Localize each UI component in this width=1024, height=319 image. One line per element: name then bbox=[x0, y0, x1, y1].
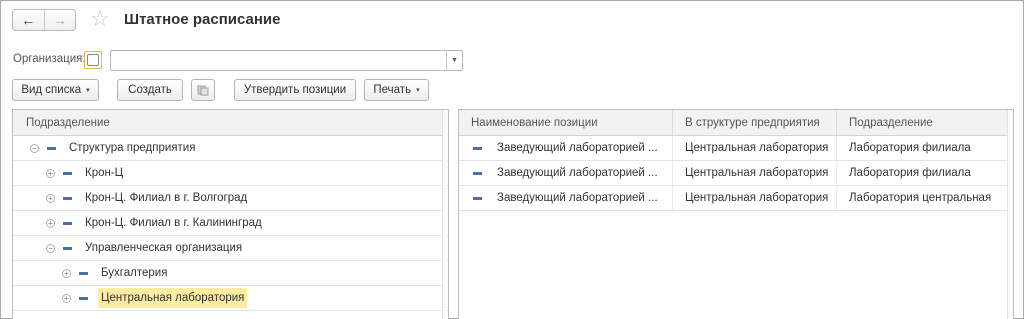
chevron-down-icon: ▾ bbox=[86, 87, 90, 94]
cell-text: Центральная лаборатория bbox=[685, 192, 829, 204]
organization-filter-checkbox[interactable] bbox=[84, 51, 102, 69]
create-label: Создать bbox=[128, 84, 172, 96]
department-icon bbox=[47, 146, 56, 150]
dropdown-arrow-icon[interactable]: ▼ bbox=[446, 51, 462, 70]
approve-positions-label: Утвердить позиции bbox=[243, 84, 347, 96]
tree-row-label: Крон-Ц. Филиал в г. Калининград bbox=[85, 217, 262, 229]
arrow-right-icon: → bbox=[52, 12, 67, 28]
back-button[interactable]: ← bbox=[13, 10, 44, 30]
forward-button[interactable]: → bbox=[43, 10, 76, 30]
tree-header-label[interactable]: Подразделение bbox=[13, 117, 110, 129]
tree-row-enterprise-structure[interactable]: − Структура предприятия bbox=[13, 136, 448, 161]
department-icon bbox=[63, 171, 72, 175]
copy-button[interactable] bbox=[191, 79, 215, 101]
tree-row-label: Крон-Ц. Филиал в г. Волгоград bbox=[85, 192, 248, 204]
approve-positions-button[interactable]: Утвердить позиции bbox=[234, 79, 356, 101]
cell-text: Заведующий лабораторией ... bbox=[497, 142, 658, 154]
tree-row-accounting[interactable]: + Бухгалтерия bbox=[13, 261, 448, 286]
page-title: Штатное расписание bbox=[124, 11, 281, 28]
expand-icon[interactable]: + bbox=[46, 168, 55, 178]
checkbox-box bbox=[87, 54, 99, 66]
department-icon bbox=[79, 296, 88, 300]
tree-row-label: Бухгалтерия bbox=[101, 267, 168, 279]
cell-structure: Центральная лаборатория bbox=[673, 161, 837, 185]
tree-row-label-selected: Центральная лаборатория bbox=[98, 288, 248, 308]
cell-text: Лаборатория филиала bbox=[849, 142, 971, 154]
cell-text: Центральная лаборатория bbox=[685, 142, 829, 154]
collapse-icon[interactable]: − bbox=[46, 243, 55, 253]
cell-department: Лаборатория центральная bbox=[837, 186, 1013, 210]
cell-text: Центральная лаборатория bbox=[685, 167, 829, 179]
vertical-scrollbar[interactable] bbox=[1007, 110, 1013, 319]
tree-row-label: Управленческая организация bbox=[85, 242, 243, 254]
create-button[interactable]: Создать bbox=[117, 79, 183, 101]
chevron-down-icon: ▾ bbox=[416, 87, 420, 94]
cell-text: Лаборатория филиала bbox=[849, 167, 971, 179]
tree-row-label: Крон-Ц bbox=[85, 167, 124, 179]
nav-buttons: ← → bbox=[12, 9, 76, 31]
expand-icon[interactable]: + bbox=[62, 268, 71, 278]
collapse-icon[interactable]: − bbox=[30, 143, 39, 153]
position-icon bbox=[473, 146, 482, 150]
grid-header: Наименование позиции В структуре предпри… bbox=[459, 110, 1013, 136]
vertical-scrollbar[interactable] bbox=[442, 110, 448, 319]
tree-row-volgograd[interactable]: + Крон-Ц. Филиал в г. Волгоград bbox=[13, 186, 448, 211]
cell-text: Заведующий лабораторией ... bbox=[497, 192, 658, 204]
cell-structure: Центральная лаборатория bbox=[673, 186, 837, 210]
cell-text: Заведующий лабораторией ... bbox=[497, 167, 658, 179]
department-icon bbox=[63, 196, 72, 200]
window-frame: ← → ☆ Штатное расписание Организация: ▼ … bbox=[0, 0, 1024, 319]
department-tree-panel: Подразделение − Структура предприятия + … bbox=[12, 109, 449, 319]
view-list-label: Вид списка bbox=[21, 84, 82, 96]
cell-position-name: Заведующий лабораторией ... bbox=[459, 186, 673, 210]
tree-header: Подразделение bbox=[13, 110, 448, 136]
column-header-label: В структуре предприятия bbox=[685, 116, 820, 129]
expand-icon[interactable]: + bbox=[46, 193, 55, 203]
table-row[interactable]: Заведующий лабораторией ... Центральная … bbox=[459, 161, 1013, 186]
favorite-star-icon[interactable]: ☆ bbox=[90, 7, 110, 31]
view-list-button[interactable]: Вид списка ▾ bbox=[12, 79, 99, 101]
column-header-department[interactable]: Подразделение bbox=[837, 110, 1013, 135]
table-row[interactable]: Заведующий лабораторией ... Центральная … bbox=[459, 186, 1013, 211]
tree-row-central-lab[interactable]: + Центральная лаборатория bbox=[13, 286, 448, 311]
arrow-left-icon: ← bbox=[21, 12, 36, 28]
position-icon bbox=[473, 196, 482, 200]
department-icon bbox=[79, 271, 88, 275]
cell-structure: Центральная лаборатория bbox=[673, 136, 837, 160]
position-icon bbox=[473, 171, 482, 175]
tree-row-kron-c[interactable]: + Крон-Ц bbox=[13, 161, 448, 186]
tree-body: − Структура предприятия + Крон-Ц + Крон-… bbox=[13, 136, 448, 311]
expand-icon[interactable]: + bbox=[46, 218, 55, 228]
department-icon bbox=[63, 221, 72, 225]
tree-row-management-org[interactable]: − Управленческая организация bbox=[13, 236, 448, 261]
column-header-label: Подразделение bbox=[849, 116, 933, 129]
print-label: Печать bbox=[373, 84, 412, 96]
column-header-structure[interactable]: В структуре предприятия bbox=[673, 110, 837, 135]
tree-row-label: Структура предприятия bbox=[69, 142, 196, 154]
column-header-label: Наименование позиции bbox=[471, 116, 598, 129]
expand-icon[interactable]: + bbox=[62, 293, 71, 303]
cell-department: Лаборатория филиала bbox=[837, 161, 1013, 185]
positions-grid-panel: Наименование позиции В структуре предпри… bbox=[458, 109, 1014, 319]
tree-row-kaliningrad[interactable]: + Крон-Ц. Филиал в г. Калининград bbox=[13, 211, 448, 236]
grid-body: Заведующий лабораторией ... Центральная … bbox=[459, 136, 1013, 211]
cell-text: Лаборатория центральная bbox=[849, 192, 992, 204]
copy-icon bbox=[197, 85, 209, 96]
organization-label: Организация: bbox=[13, 53, 86, 65]
print-button[interactable]: Печать ▾ bbox=[364, 79, 429, 101]
cell-department: Лаборатория филиала bbox=[837, 136, 1013, 160]
table-row[interactable]: Заведующий лабораторией ... Центральная … bbox=[459, 136, 1013, 161]
department-icon bbox=[63, 246, 72, 250]
cell-position-name: Заведующий лабораторией ... bbox=[459, 136, 673, 160]
cell-position-name: Заведующий лабораторией ... bbox=[459, 161, 673, 185]
column-header-position-name[interactable]: Наименование позиции bbox=[459, 110, 673, 135]
organization-input[interactable]: ▼ bbox=[110, 50, 463, 71]
